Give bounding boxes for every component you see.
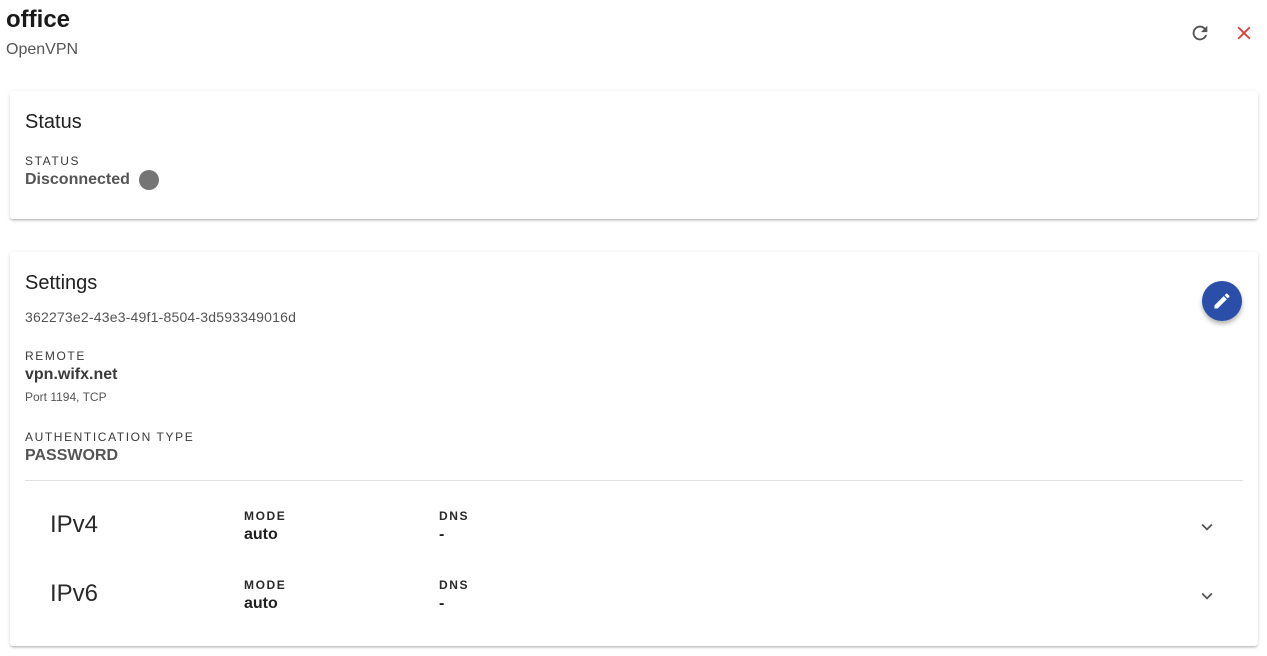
close-icon	[1237, 26, 1251, 40]
ipv4-row[interactable]: IPv4 MODE auto DNS -	[25, 497, 1243, 559]
ipv4-dns-value: -	[439, 526, 445, 543]
ipv6-dns-value: -	[439, 595, 445, 612]
ipv4-mode-label: MODE	[244, 509, 287, 523]
connection-title: office	[6, 6, 71, 33]
status-indicator-dot	[139, 170, 159, 190]
edit-settings-button[interactable]	[1202, 281, 1242, 321]
ipv4-expand-button[interactable]	[1195, 515, 1219, 539]
status-value: Disconnected	[25, 171, 130, 188]
auth-type-label: AUTHENTICATION TYPE	[25, 430, 195, 444]
pencil-icon	[1214, 293, 1230, 309]
ipv4-mode-value: auto	[244, 526, 278, 543]
status-label: STATUS	[25, 154, 81, 168]
close-button[interactable]	[1230, 19, 1258, 47]
refresh-icon	[1192, 25, 1208, 41]
status-card-title: Status	[25, 111, 82, 133]
ipv6-dns-label: DNS	[439, 578, 470, 592]
ipv4-dns-label: DNS	[439, 509, 470, 523]
settings-card-title: Settings	[25, 272, 98, 294]
divider	[25, 480, 1243, 481]
ipv6-expand-button[interactable]	[1195, 584, 1219, 608]
connection-type: OpenVPN	[6, 41, 79, 58]
ipv4-title: IPv4	[50, 511, 99, 538]
ipv6-title: IPv6	[50, 580, 99, 607]
ipv6-row[interactable]: IPv6 MODE auto DNS -	[25, 566, 1243, 628]
ipv6-mode-label: MODE	[244, 578, 287, 592]
ipv6-mode-value: auto	[244, 595, 278, 612]
remote-label: REMOTE	[25, 349, 86, 363]
connection-uuid: 362273e2-43e3-49f1-8504-3d593349016d	[25, 309, 297, 325]
settings-card: Settings 362273e2-43e3-49f1-8504-3d59334…	[10, 252, 1258, 646]
chevron-down-icon	[1201, 592, 1213, 600]
status-card: Status STATUS Disconnected	[10, 91, 1258, 219]
refresh-button[interactable]	[1186, 19, 1214, 47]
chevron-down-icon	[1201, 523, 1213, 531]
auth-type-value: PASSWORD	[25, 447, 119, 464]
remote-port: Port 1194, TCP	[25, 390, 107, 404]
remote-host: vpn.wifx.net	[25, 366, 118, 383]
